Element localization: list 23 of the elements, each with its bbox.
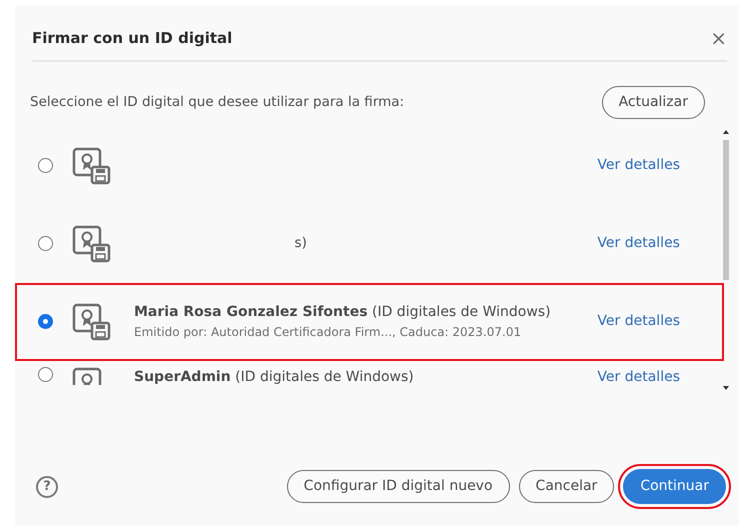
dialog-title: Firmar con un ID digital <box>32 28 232 49</box>
action-button[interactable]: Configurar ID digital nuevo <box>286 470 510 503</box>
radio-button[interactable] <box>38 314 53 329</box>
details-link[interactable]: Ver detalles <box>597 366 680 384</box>
id-name: Maria Rosa Gonzalez Sifontes (ID digitales de Windows) <box>134 303 552 322</box>
action-button[interactable]: Continuar <box>623 469 726 504</box>
radio-button[interactable] <box>38 158 53 173</box>
help-icon[interactable]: ? <box>36 476 58 498</box>
action-button[interactable]: Cancelar <box>518 470 614 503</box>
details-link[interactable]: Ver detalles <box>597 233 680 254</box>
radio-button[interactable] <box>38 366 53 382</box>
radio-button[interactable] <box>38 236 53 251</box>
refresh-button[interactable]: Actualizar <box>602 86 705 118</box>
details-link[interactable]: Ver detalles <box>597 311 680 332</box>
issuer-text: Emitido por: Autoridad Certificadora Firm..., Caduca: 2023.07.01 <box>134 324 522 341</box>
certificate-icon <box>72 224 112 262</box>
id-name: s) <box>294 234 307 254</box>
certificate-icon <box>72 146 112 184</box>
certificate-icon <box>72 302 112 340</box>
details-link[interactable]: Ver detalles <box>597 155 680 176</box>
instruction-text: Seleccione el ID digital que desee utilizar para la firma: <box>30 92 404 112</box>
close-button[interactable]: × <box>710 28 727 48</box>
id-name: SuperAdmin (ID digitales de Windows) <box>134 368 415 384</box>
